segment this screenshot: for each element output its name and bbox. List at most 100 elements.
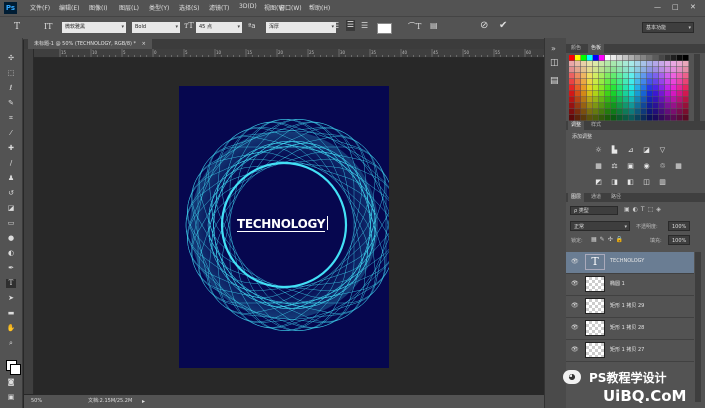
menu-type[interactable]: 类型(Y)	[149, 3, 169, 12]
align-right-icon[interactable]: ☰	[361, 21, 368, 30]
collapse-icon[interactable]: »	[551, 44, 556, 53]
tab-color[interactable]: 颜色	[568, 44, 584, 53]
layer-row-rect-28[interactable]: 👁 矩形 1 拷贝 28	[566, 318, 694, 340]
history-brush-icon[interactable]: ↺	[6, 189, 16, 198]
menu-help[interactable]: 帮助(H)	[309, 3, 330, 12]
type-tool-icon[interactable]: T	[14, 22, 20, 32]
commit-icon[interactable]: ✔	[499, 20, 507, 31]
vibrance-icon[interactable]: ▽	[658, 146, 667, 154]
invert-icon[interactable]: ◩	[594, 178, 603, 186]
opacity-field[interactable]: 100%	[668, 221, 690, 231]
hue-saturation-icon[interactable]: ▦	[594, 162, 603, 170]
background-color-swatch[interactable]	[10, 364, 21, 375]
black-white-icon[interactable]: ▣	[626, 162, 635, 170]
swatches-grid[interactable]	[569, 55, 689, 129]
document-tab[interactable]: 未标题-1 @ 50% (TECHNOLOGY, RGB/8) * ×	[28, 39, 152, 49]
anti-alias-select[interactable]: 浑厚 ▾	[266, 22, 336, 33]
brush-tool-icon[interactable]: /	[6, 159, 16, 168]
align-left-icon[interactable]: ☰	[332, 21, 339, 30]
selective-color-icon[interactable]: ◫	[642, 178, 651, 186]
path-selection-icon[interactable]: ➤	[6, 294, 16, 303]
clone-stamp-icon[interactable]: ♟	[6, 174, 16, 183]
minimize-icon[interactable]: —	[654, 3, 661, 11]
status-menu-icon[interactable]: ▸	[142, 395, 145, 408]
menu-file[interactable]: 文件(F)	[30, 3, 50, 12]
tab-styles[interactable]: 样式	[588, 121, 604, 130]
eyedropper-icon[interactable]: ⁄	[6, 129, 16, 138]
type-tool-icon[interactable]: T	[6, 279, 16, 288]
levels-icon[interactable]: ▙	[610, 146, 619, 154]
blend-mode-select[interactable]: 正常 ▾	[570, 221, 630, 231]
tab-layers[interactable]: 图层	[568, 193, 585, 202]
visibility-eye-icon[interactable]: 👁	[571, 280, 579, 287]
layer-row-ellipse[interactable]: 👁 椭圆 1	[566, 274, 694, 296]
quick-selection-icon[interactable]: ✎	[6, 99, 16, 108]
document-canvas[interactable]: TECHNOLOGY	[179, 86, 389, 368]
font-style-select[interactable]: Bold ▾	[132, 22, 180, 33]
pen-tool-icon[interactable]: ✒	[6, 264, 16, 273]
brightness-icon[interactable]: ☼	[594, 146, 603, 154]
visibility-eye-icon[interactable]: 👁	[571, 302, 579, 309]
menu-edit[interactable]: 编辑(E)	[59, 3, 79, 12]
threshold-icon[interactable]: ◧	[626, 178, 635, 186]
channel-mixer-icon[interactable]: ♲	[658, 162, 667, 170]
character-panel-icon[interactable]: ▤	[430, 21, 438, 30]
menu-select[interactable]: 选择(S)	[179, 3, 200, 12]
fill-field[interactable]: 100%	[668, 235, 690, 245]
visibility-eye-icon[interactable]: 👁	[571, 258, 579, 265]
layer-filter-icons[interactable]: ▣◐T⬚◈	[624, 206, 664, 213]
layer-row-rect-27[interactable]: 👁 矩形 1 拷贝 27	[566, 340, 694, 362]
exposure-icon[interactable]: ◪	[642, 146, 651, 154]
font-family-select[interactable]: 微软雅黑 ▾	[62, 22, 126, 33]
workspace-select[interactable]: 基本功能 ▾	[642, 22, 694, 33]
zoom-tool-icon[interactable]: ⌕	[6, 339, 16, 348]
layer-filter-select[interactable]: ρ 类型	[570, 206, 618, 215]
visibility-eye-icon[interactable]: 👁	[571, 324, 579, 331]
close-window-icon[interactable]: ✕	[690, 3, 696, 11]
swatches-scrollbar[interactable]	[694, 54, 700, 128]
color-balance-icon[interactable]: ⚖	[610, 162, 619, 170]
gradient-tool-icon[interactable]: ▭	[6, 219, 16, 228]
font-size-select[interactable]: 45 点 ▾	[196, 22, 242, 33]
lock-icons[interactable]: ▦✎✣🔒	[591, 236, 626, 243]
align-center-icon[interactable]: ☰	[346, 20, 355, 31]
canvas-text[interactable]: TECHNOLOGY	[237, 217, 325, 232]
move-tool-icon[interactable]: ✣	[6, 54, 16, 63]
menu-layer[interactable]: 图层(L)	[119, 3, 139, 12]
shape-tool-icon[interactable]: ▬	[6, 309, 16, 318]
crop-tool-icon[interactable]: ⌗	[6, 114, 16, 123]
menu-3d[interactable]: 3D(D)	[239, 3, 257, 10]
layer-row-rect-29[interactable]: 👁 矩形 1 拷贝 29	[566, 296, 694, 318]
tab-channels[interactable]: 通道	[588, 193, 604, 202]
cancel-icon[interactable]: ⊘	[480, 20, 488, 31]
blur-tool-icon[interactable]: ●	[6, 234, 16, 243]
menu-window[interactable]: 窗口(W)	[279, 3, 302, 12]
tab-paths[interactable]: 路径	[608, 193, 624, 202]
healing-brush-icon[interactable]: ✚	[6, 144, 16, 153]
visibility-eye-icon[interactable]: 👁	[571, 346, 579, 353]
screen-mode-icon[interactable]: ▣	[6, 393, 16, 402]
hand-tool-icon[interactable]: ✋	[6, 324, 16, 333]
document-info[interactable]: 文档:2.15M/25.2M	[88, 395, 132, 408]
color-lookup-icon[interactable]: ▦	[674, 162, 683, 170]
warp-text-icon[interactable]: ⌒T	[408, 21, 421, 32]
curves-icon[interactable]: ⊿	[626, 146, 635, 154]
eraser-icon[interactable]: ◪	[6, 204, 16, 213]
posterize-icon[interactable]: ◨	[610, 178, 619, 186]
menu-image[interactable]: 图像(I)	[89, 3, 107, 12]
properties-panel-icon[interactable]: ▤	[550, 76, 559, 86]
text-color-swatch[interactable]	[377, 23, 392, 34]
lasso-tool-icon[interactable]: ℓ	[6, 84, 16, 93]
close-tab-icon[interactable]: ×	[142, 41, 146, 47]
photo-filter-icon[interactable]: ◉	[642, 162, 651, 170]
tab-swatches[interactable]: 色板	[588, 44, 605, 53]
gradient-map-icon[interactable]: ▥	[658, 178, 667, 186]
layer-row-technology[interactable]: 👁 T TECHNOLOGY	[566, 252, 694, 274]
menu-filter[interactable]: 滤镜(T)	[209, 3, 229, 12]
marquee-tool-icon[interactable]: ⬚	[6, 69, 16, 78]
history-panel-icon[interactable]: ◫	[550, 58, 559, 68]
dodge-tool-icon[interactable]: ◐	[6, 249, 16, 258]
zoom-level[interactable]: 50%	[31, 395, 42, 408]
quick-mask-icon[interactable]: ◙	[6, 378, 16, 387]
tab-adjustments[interactable]: 调整	[568, 121, 585, 130]
